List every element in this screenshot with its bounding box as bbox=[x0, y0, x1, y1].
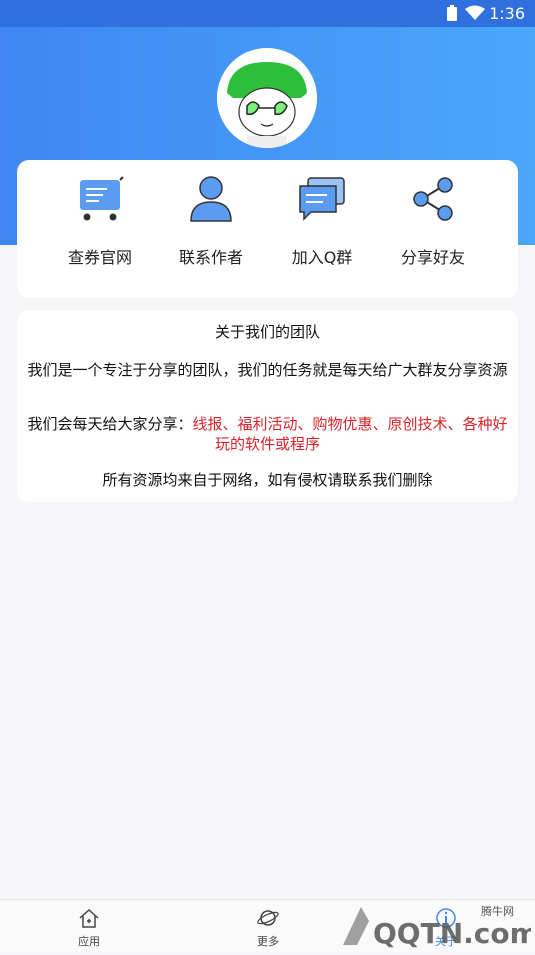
menu-card: 查券官网 联系作者 加入Q群 分享好友 bbox=[17, 160, 518, 298]
tab-label: 更多 bbox=[257, 935, 279, 948]
menu-item-label: 分享好友 bbox=[400, 248, 465, 267]
menu-item-label: 联系作者 bbox=[178, 248, 243, 267]
wifi-icon bbox=[465, 5, 485, 20]
planet-icon bbox=[257, 910, 279, 926]
about-share-text: 我们会每天给大家分享：线报、福利活动、购物优惠、原创技术、各种好玩的软件或程序 bbox=[21, 414, 514, 454]
menu-item-contact-author[interactable]: 联系作者 bbox=[161, 160, 261, 298]
shopping-cart-icon bbox=[80, 176, 124, 221]
about-share-prefix: 我们会每天给大家分享： bbox=[27, 415, 193, 433]
status-bar: 1:36 bbox=[0, 0, 535, 27]
about-card: 关于我们的团队 我们是一个专注于分享的团队，我们的任务就是每天给广大群友分享资源… bbox=[17, 310, 518, 502]
share-icon bbox=[413, 177, 453, 221]
about-title: 关于我们的团队 bbox=[214, 323, 320, 341]
menu-item-join-qq-group[interactable]: 加入Q群 bbox=[272, 160, 372, 298]
status-time: 1:36 bbox=[489, 4, 525, 23]
about-share-items: 线报、福利活动、购物优惠、原创技术、各种好玩的软件或程序 bbox=[192, 415, 508, 453]
tab-more[interactable]: 更多 bbox=[228, 900, 308, 952]
tab-apps[interactable]: 应用 bbox=[49, 900, 129, 952]
site-watermark: QQTN.com 腾牛网 bbox=[331, 899, 535, 951]
about-intro: 我们是一个专注于分享的团队，我们的任务就是每天给广大群友分享资源 bbox=[27, 361, 508, 379]
menu-item-label: 加入Q群 bbox=[291, 248, 353, 267]
tab-label: 应用 bbox=[78, 935, 100, 948]
about-disclaimer: 所有资源均来自于网络，如有侵权请联系我们删除 bbox=[102, 471, 433, 489]
battery-icon bbox=[447, 5, 457, 21]
menu-item-label: 查券官网 bbox=[67, 248, 132, 267]
home-icon bbox=[79, 908, 99, 928]
menu-item-share-friends[interactable]: 分享好友 bbox=[383, 160, 483, 298]
watermark-site: 腾牛网 bbox=[481, 904, 514, 918]
person-icon bbox=[190, 176, 232, 222]
avatar[interactable] bbox=[217, 48, 317, 148]
watermark-brand: QQTN.com bbox=[373, 917, 531, 950]
chat-icon bbox=[299, 177, 345, 221]
menu-item-coupon-site[interactable]: 查券官网 bbox=[50, 160, 150, 298]
